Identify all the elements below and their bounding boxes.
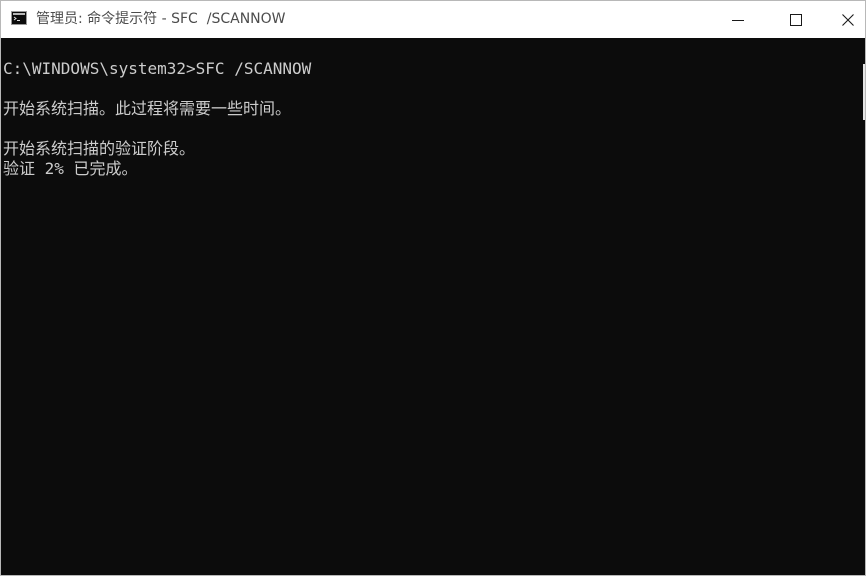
minimize-icon <box>732 19 744 21</box>
scrollbar-thumb[interactable] <box>863 64 865 120</box>
minimize-button[interactable] <box>709 1 767 38</box>
verification-progress-message: 验证 2% 已完成。 <box>3 159 138 178</box>
verification-phase-message: 开始系统扫描的验证阶段。 <box>3 139 196 158</box>
console-output[interactable]: C:\WINDOWS\system32>SFC /SCANNOW 开始系统扫描。… <box>1 38 865 575</box>
title-bar[interactable]: 管理员: 命令提示符 - SFC /SCANNOW <box>1 1 865 38</box>
close-icon <box>842 13 854 26</box>
maximize-icon <box>790 13 802 26</box>
window-title: 管理员: 命令提示符 - SFC /SCANNOW <box>36 11 286 27</box>
close-button[interactable] <box>825 1 865 38</box>
command-prompt-window: 管理员: 命令提示符 - SFC /SCANNOW C:\WINDOWS\sys… <box>0 0 866 576</box>
scan-start-message: 开始系统扫描。此过程将需要一些时间。 <box>3 99 292 118</box>
maximize-button[interactable] <box>767 1 825 38</box>
command-line: C:\WINDOWS\system32>SFC /SCANNOW <box>3 59 312 78</box>
vertical-scrollbar[interactable] <box>850 38 865 575</box>
cmd-icon[interactable] <box>11 11 27 25</box>
